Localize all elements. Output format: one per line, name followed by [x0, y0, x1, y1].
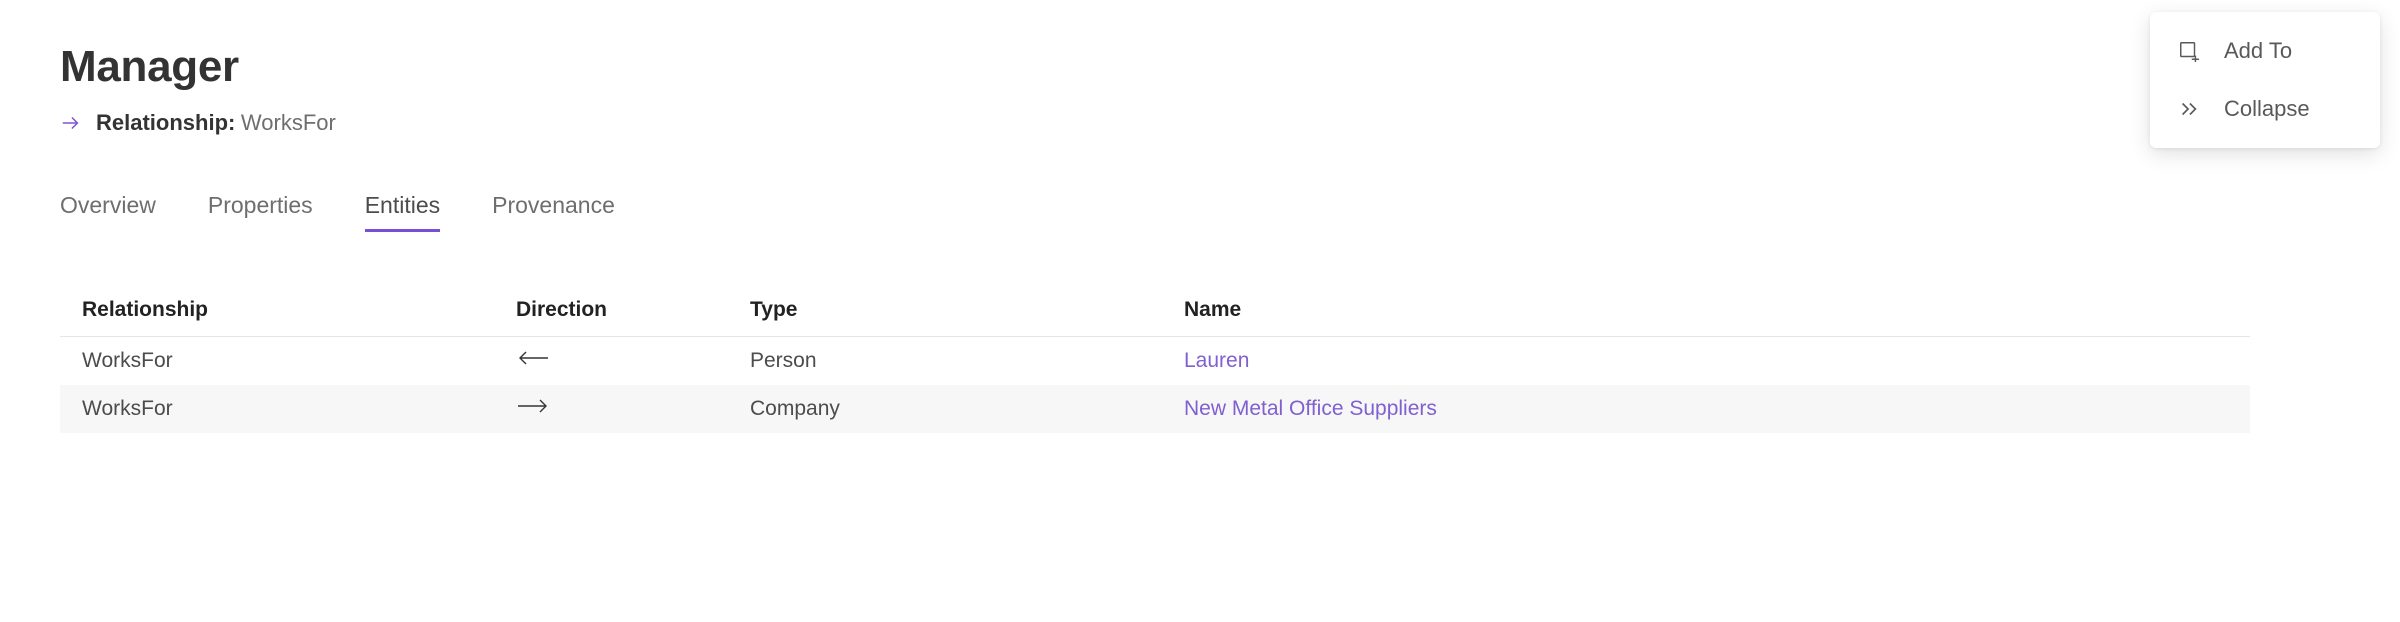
- menu-item-label: Add To: [2224, 38, 2292, 64]
- tab-overview[interactable]: Overview: [60, 192, 156, 229]
- relationship-value: WorksFor: [241, 110, 336, 135]
- col-header-name[interactable]: Name: [1162, 284, 2250, 337]
- col-header-direction[interactable]: Direction: [494, 284, 728, 337]
- chevrons-right-icon: [2176, 98, 2202, 120]
- menu-item-label: Collapse: [2224, 96, 2310, 122]
- table-row: WorksFor Company New Metal Office Suppli…: [60, 385, 2250, 433]
- table-row: WorksFor Person Lauren: [60, 337, 2250, 386]
- tabs: Overview Properties Entities Provenance: [60, 192, 2340, 232]
- relationship-label: Relationship:: [96, 110, 235, 135]
- col-header-relationship[interactable]: Relationship: [60, 284, 494, 337]
- add-to-icon: [2176, 40, 2202, 62]
- cell-relationship: WorksFor: [60, 385, 494, 433]
- tab-provenance[interactable]: Provenance: [492, 192, 615, 229]
- page-title: Manager: [60, 42, 2340, 92]
- entities-table: Relationship Direction Type Name WorksFo…: [60, 284, 2250, 433]
- cell-direction: [494, 337, 728, 386]
- entity-link[interactable]: Lauren: [1184, 349, 1249, 372]
- tab-entities[interactable]: Entities: [365, 192, 440, 232]
- cell-type: Person: [728, 337, 1162, 386]
- menu-item-add-to[interactable]: Add To: [2150, 22, 2380, 80]
- table-header-row: Relationship Direction Type Name: [60, 284, 2250, 337]
- cell-name: New Metal Office Suppliers: [1162, 385, 2250, 433]
- arrow-left-icon: [516, 349, 550, 367]
- arrow-right-icon: [60, 112, 82, 134]
- cell-name: Lauren: [1162, 337, 2250, 386]
- tab-properties[interactable]: Properties: [208, 192, 313, 229]
- subtitle-row: Relationship: WorksFor: [60, 110, 2340, 136]
- cell-relationship: WorksFor: [60, 337, 494, 386]
- menu-item-collapse[interactable]: Collapse: [2150, 80, 2380, 138]
- col-header-type[interactable]: Type: [728, 284, 1162, 337]
- action-menu: Add To Collapse: [2150, 12, 2380, 148]
- cell-type: Company: [728, 385, 1162, 433]
- arrow-right-icon: [516, 397, 550, 415]
- entity-link[interactable]: New Metal Office Suppliers: [1184, 397, 1437, 420]
- cell-direction: [494, 385, 728, 433]
